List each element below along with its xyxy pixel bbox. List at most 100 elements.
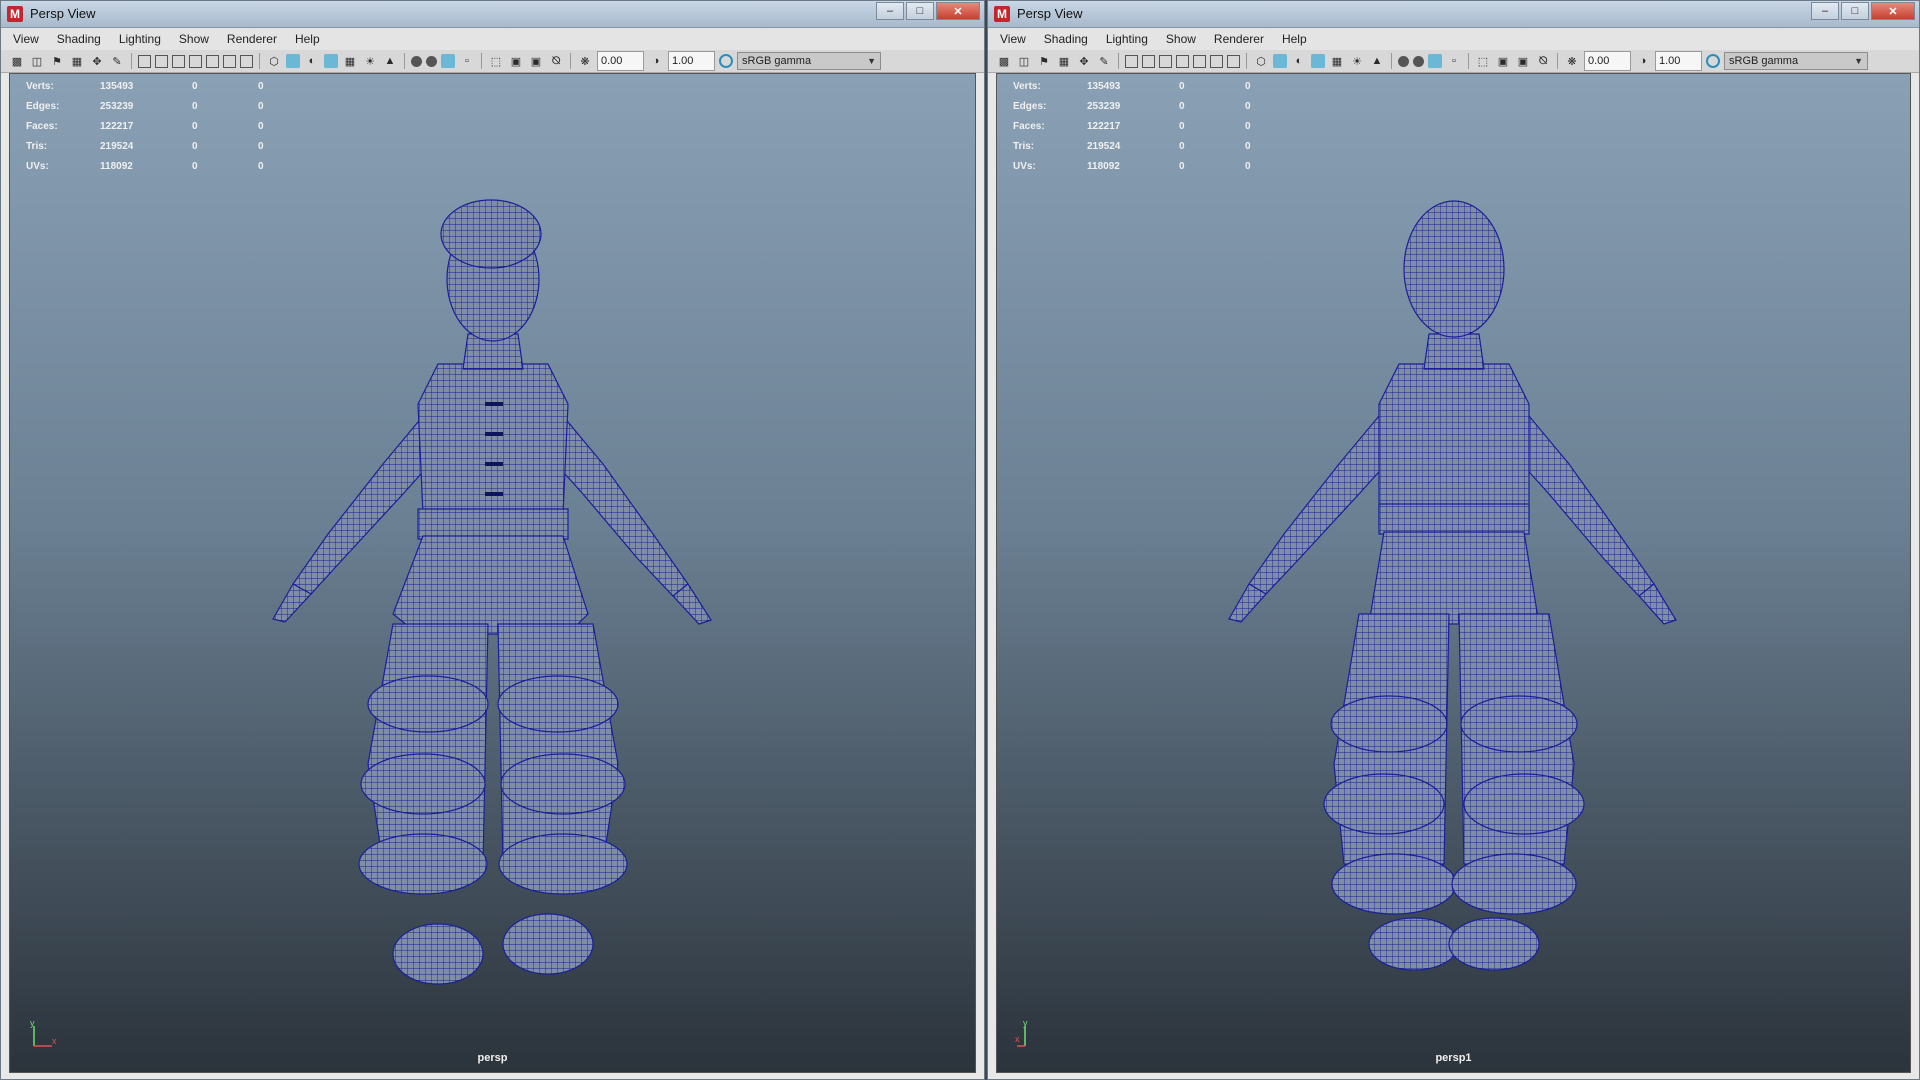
- menu-show[interactable]: Show: [1166, 32, 1196, 46]
- minimize-button[interactable]: –: [1811, 2, 1839, 20]
- lights-icon[interactable]: ☀: [1349, 53, 1365, 69]
- menu-renderer[interactable]: Renderer: [227, 32, 277, 46]
- exposure-field[interactable]: [1584, 51, 1631, 71]
- gamma-icon[interactable]: ◑: [648, 53, 664, 69]
- lights-icon[interactable]: ☀: [362, 53, 378, 69]
- default-material-icon[interactable]: ◐: [1291, 53, 1307, 69]
- film-gate-icon[interactable]: [155, 54, 168, 68]
- field-chart-icon[interactable]: [206, 54, 219, 68]
- safe-title-icon[interactable]: [240, 54, 253, 68]
- view-transform-select[interactable]: sRGB gamma ▼: [1724, 52, 1868, 70]
- motion-blur-icon[interactable]: [426, 55, 437, 67]
- isolate-select-icon[interactable]: ⬚: [1475, 53, 1491, 69]
- view-transform-select[interactable]: sRGB gamma ▼: [737, 52, 881, 70]
- exposure-icon[interactable]: ❋: [577, 53, 593, 69]
- hud-z2: 0: [1245, 140, 1251, 152]
- menu-view[interactable]: View: [1000, 32, 1026, 46]
- camera-attributes-icon[interactable]: ◫: [29, 53, 45, 69]
- color-management-icon[interactable]: [1706, 54, 1720, 68]
- menu-view[interactable]: View: [13, 32, 39, 46]
- menu-shading[interactable]: Shading: [57, 32, 101, 46]
- grease-pencil-icon[interactable]: ✎: [109, 53, 125, 69]
- ambient-occlusion-icon[interactable]: [1398, 55, 1409, 67]
- hud-row: Faces: 122217 0 0: [1013, 116, 1275, 136]
- safe-action-icon[interactable]: [1210, 54, 1223, 68]
- minimize-button[interactable]: –: [876, 2, 904, 20]
- wireframe-on-shaded-icon[interactable]: [324, 54, 338, 68]
- two-d-pan-icon[interactable]: ✥: [89, 53, 105, 69]
- grid-icon[interactable]: [1125, 54, 1138, 68]
- two-d-pan-icon[interactable]: ✥: [1076, 53, 1092, 69]
- shadows-icon[interactable]: ▲: [1369, 53, 1385, 69]
- hud-z1: 0: [192, 100, 198, 112]
- gate-mask-icon[interactable]: [189, 54, 202, 68]
- image-plane-icon[interactable]: ▦: [1056, 53, 1072, 69]
- close-button[interactable]: ✕: [936, 2, 980, 20]
- anti-aliasing-icon[interactable]: [1428, 54, 1442, 68]
- hud-label: Tris:: [1013, 140, 1035, 152]
- menu-lighting[interactable]: Lighting: [119, 32, 161, 46]
- safe-title-icon[interactable]: [1227, 54, 1240, 68]
- menu-help[interactable]: Help: [1282, 32, 1307, 46]
- grease-pencil-icon[interactable]: ✎: [1096, 53, 1112, 69]
- textured-icon[interactable]: ▦: [1329, 53, 1345, 69]
- bookmark-icon[interactable]: ⚑: [1036, 53, 1052, 69]
- maximize-button[interactable]: □: [906, 2, 934, 20]
- ambient-occlusion-icon[interactable]: [411, 55, 422, 67]
- maximize-button[interactable]: □: [1841, 2, 1869, 20]
- camera-select-icon[interactable]: ▩: [9, 53, 25, 69]
- wireframe-on-shaded-icon[interactable]: [1311, 54, 1325, 68]
- 3d-viewport[interactable]: Verts: 135493 0 0 Edges: 253239 0 0 Faces: 122217…: [9, 73, 976, 1073]
- xray-icon[interactable]: ▣: [508, 53, 524, 69]
- menu-shading[interactable]: Shading: [1044, 32, 1088, 46]
- motion-blur-icon[interactable]: [1413, 55, 1424, 67]
- smooth-shade-icon[interactable]: [286, 54, 300, 68]
- xray-icon[interactable]: ▣: [1495, 53, 1511, 69]
- wireframe-icon[interactable]: ⬡: [266, 53, 282, 69]
- title-bar[interactable]: M Persp View – □ ✕: [988, 1, 1919, 28]
- xray-joints-icon[interactable]: ⦰: [548, 53, 564, 69]
- anti-aliasing-icon[interactable]: [441, 54, 455, 68]
- bookmark-icon[interactable]: ⚑: [49, 53, 65, 69]
- close-button[interactable]: ✕: [1871, 2, 1915, 20]
- gamma-field[interactable]: [668, 51, 715, 71]
- camera-select-icon[interactable]: ▩: [996, 53, 1012, 69]
- depth-of-field-icon[interactable]: ▫: [459, 53, 475, 69]
- menu-renderer[interactable]: Renderer: [1214, 32, 1264, 46]
- wireframe-icon[interactable]: ⬡: [1253, 53, 1269, 69]
- toolbar-separator: [1246, 53, 1247, 69]
- menu-show[interactable]: Show: [179, 32, 209, 46]
- xray-active-icon[interactable]: ▣: [528, 53, 544, 69]
- image-plane-icon[interactable]: ▦: [69, 53, 85, 69]
- gamma-icon[interactable]: ◑: [1635, 53, 1651, 69]
- isolate-select-icon[interactable]: ⬚: [488, 53, 504, 69]
- title-bar[interactable]: M Persp View – □ ✕: [1, 1, 984, 28]
- grid-icon[interactable]: [138, 54, 151, 68]
- default-material-icon[interactable]: ◐: [304, 53, 320, 69]
- hud-label: Tris:: [26, 140, 48, 152]
- hud-z1: 0: [192, 80, 198, 92]
- menu-lighting[interactable]: Lighting: [1106, 32, 1148, 46]
- menu-help[interactable]: Help: [295, 32, 320, 46]
- field-chart-icon[interactable]: [1193, 54, 1206, 68]
- resolution-gate-icon[interactable]: [1159, 54, 1172, 68]
- xray-active-icon[interactable]: ▣: [1515, 53, 1531, 69]
- 3d-viewport[interactable]: Verts: 135493 0 0 Edges: 253239 0 0 Faces: 122217…: [996, 73, 1911, 1073]
- exposure-icon[interactable]: ❋: [1564, 53, 1580, 69]
- resolution-gate-icon[interactable]: [172, 54, 185, 68]
- film-gate-icon[interactable]: [1142, 54, 1155, 68]
- depth-of-field-icon[interactable]: ▫: [1446, 53, 1462, 69]
- exposure-field[interactable]: [597, 51, 644, 71]
- xray-joints-icon[interactable]: ⦰: [1535, 53, 1551, 69]
- character-wireframe-front[interactable]: [233, 164, 753, 1024]
- hud-row: Tris: 219524 0 0: [1013, 136, 1275, 156]
- character-wireframe-back[interactable]: [1194, 164, 1714, 1024]
- color-management-icon[interactable]: [719, 54, 733, 68]
- textured-icon[interactable]: ▦: [342, 53, 358, 69]
- gate-mask-icon[interactable]: [1176, 54, 1189, 68]
- smooth-shade-icon[interactable]: [1273, 54, 1287, 68]
- shadows-icon[interactable]: ▲: [382, 53, 398, 69]
- safe-action-icon[interactable]: [223, 54, 236, 68]
- gamma-field[interactable]: [1655, 51, 1702, 71]
- camera-attributes-icon[interactable]: ◫: [1016, 53, 1032, 69]
